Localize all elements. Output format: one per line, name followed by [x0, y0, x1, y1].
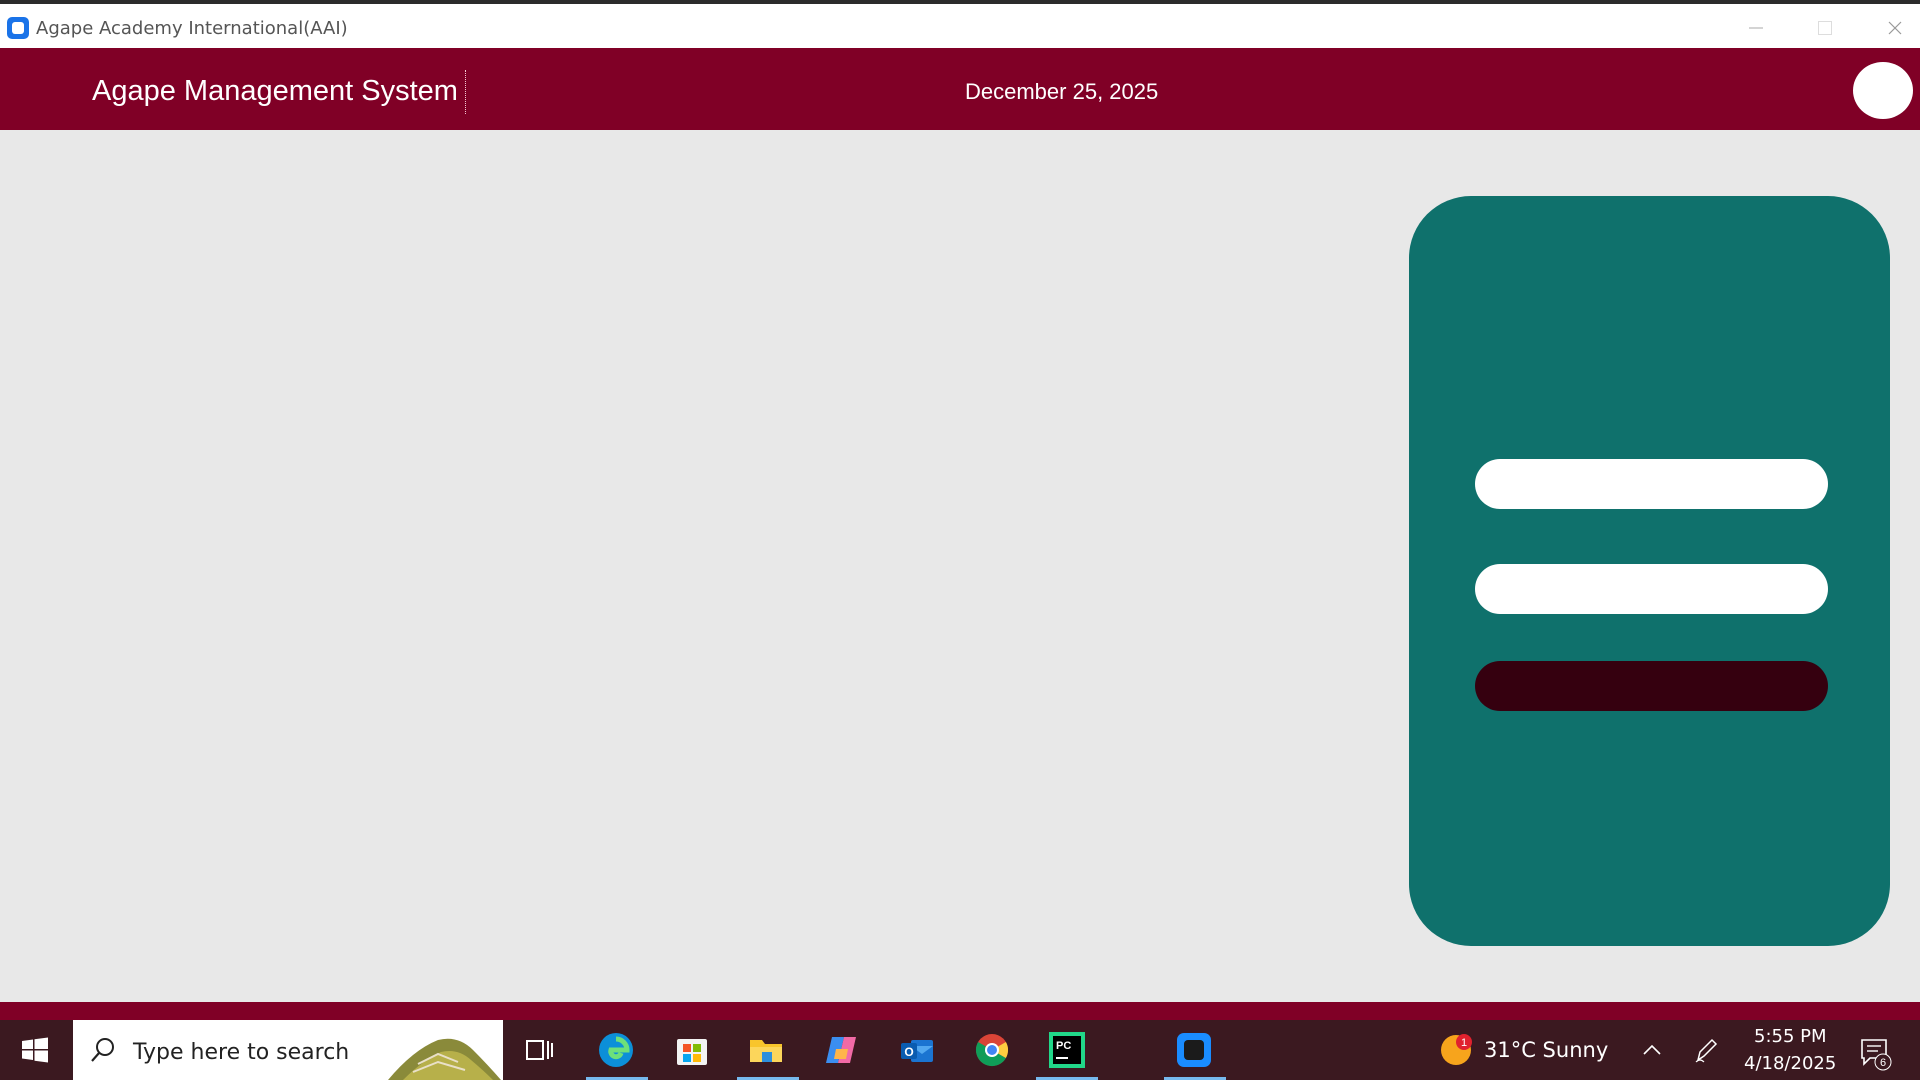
search-placeholder: Type here to search	[133, 1040, 350, 1065]
taskbar-file-explorer[interactable]	[746, 1030, 786, 1070]
chrome-icon	[975, 1034, 1009, 1067]
windows-logo-icon	[22, 1037, 48, 1063]
close-button[interactable]	[1865, 8, 1920, 48]
svg-text:PC: PC	[1056, 1040, 1071, 1052]
svg-text:O: O	[904, 1045, 913, 1059]
search-icon	[91, 1038, 114, 1062]
close-icon	[1888, 21, 1902, 35]
taskbar-pycharm[interactable]: PC	[1047, 1030, 1087, 1070]
user-avatar[interactable]	[1853, 62, 1913, 119]
brand-title: Agape Management System	[92, 75, 458, 107]
minimize-icon	[1749, 27, 1763, 29]
start-button[interactable]	[0, 1020, 70, 1080]
edge-icon	[599, 1033, 633, 1067]
app-header: Agape Management System December 25, 202…	[0, 48, 1920, 130]
pycharm-icon: PC	[1049, 1032, 1085, 1068]
sun-icon: 1	[1441, 1034, 1472, 1065]
chevron-up-icon	[1643, 1044, 1661, 1055]
footer-strip	[0, 1002, 1920, 1020]
clock-time[interactable]: 5:55 PM	[1754, 1026, 1827, 1047]
window-titlebar: Agape Academy International(AAI)	[0, 0, 1920, 48]
copilot-icon	[826, 1037, 856, 1063]
pen-button[interactable]	[1692, 1020, 1720, 1080]
weather-widget[interactable]: 1	[1436, 1020, 1476, 1080]
password-field[interactable]	[1475, 564, 1828, 614]
task-view-button[interactable]	[519, 1030, 559, 1070]
taskbar-search[interactable]: Type here to search	[73, 1020, 503, 1080]
taskbar-app-window[interactable]	[1174, 1030, 1214, 1070]
taskbar-outlook[interactable]: O	[897, 1030, 937, 1070]
app-icon	[7, 17, 29, 39]
pen-icon	[1695, 1038, 1718, 1063]
weather-text[interactable]: 31°C Sunny	[1484, 1038, 1608, 1062]
login-card	[1409, 196, 1890, 946]
header-date: December 25, 2025	[965, 79, 1159, 104]
taskbar-copilot[interactable]	[821, 1030, 861, 1070]
minimize-button[interactable]	[1726, 8, 1786, 48]
search-highlight-art-icon	[388, 1038, 501, 1080]
maximize-icon	[1818, 21, 1832, 35]
username-field[interactable]	[1475, 459, 1828, 509]
clock-date[interactable]: 4/18/2025	[1744, 1053, 1836, 1074]
notifications-button[interactable]: 6	[1856, 1020, 1896, 1080]
file-explorer-icon	[750, 1040, 782, 1062]
weather-badge: 1	[1461, 1037, 1467, 1049]
show-hidden-icons-button[interactable]	[1640, 1020, 1664, 1080]
taskbar-edge[interactable]	[596, 1030, 636, 1070]
app-window-icon	[1177, 1033, 1211, 1067]
brand-divider	[465, 70, 466, 114]
task-view-icon	[526, 1040, 553, 1060]
taskbar-chrome[interactable]	[972, 1030, 1012, 1070]
window-title: Agape Academy International(AAI)	[36, 18, 348, 39]
store-icon	[677, 1039, 707, 1065]
notification-icon: 6	[1861, 1039, 1892, 1071]
windows-taskbar: Type here to search O PC 1 31°C Sunny 5:…	[0, 1020, 1920, 1080]
login-button[interactable]	[1475, 661, 1828, 711]
maximize-button[interactable]	[1795, 8, 1855, 48]
taskbar-store[interactable]	[672, 1030, 712, 1070]
outlook-icon: O	[901, 1040, 933, 1062]
notification-count: 6	[1880, 1057, 1886, 1069]
